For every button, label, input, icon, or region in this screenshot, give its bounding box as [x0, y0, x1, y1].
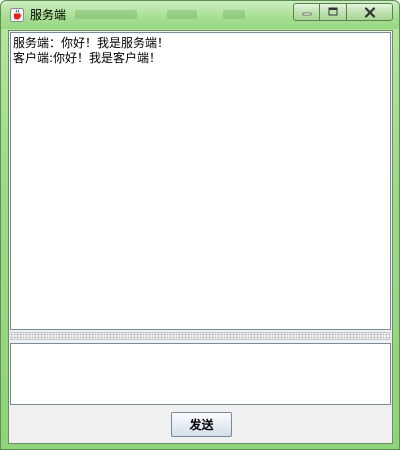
maximize-button[interactable] — [320, 3, 347, 21]
window-title: 服务端 — [30, 8, 67, 22]
message-input[interactable] — [10, 343, 391, 405]
send-button[interactable]: 发送 — [171, 412, 232, 437]
close-button[interactable] — [347, 3, 393, 21]
split-pane-divider[interactable] — [10, 332, 391, 340]
minimize-icon — [302, 12, 311, 16]
chat-message: 客户端:你好！我是客户端！ — [13, 51, 162, 65]
window-controls — [293, 3, 393, 21]
app-window: 服务端 服务端：你好！我是服务端！ 客户端:你好！我是客户端！ 发送 — [0, 0, 400, 450]
content-panel: 服务端：你好！我是服务端！ 客户端:你好！我是客户端！ 发送 — [8, 30, 393, 444]
title-bar[interactable]: 服务端 — [1, 1, 399, 29]
close-icon — [364, 6, 375, 18]
chat-message: 服务端：你好！我是服务端！ — [13, 36, 170, 50]
minimize-button[interactable] — [293, 3, 320, 21]
java-cup-icon — [10, 8, 24, 22]
maximize-icon — [328, 7, 338, 16]
chat-history[interactable]: 服务端：你好！我是服务端！ 客户端:你好！我是客户端！ — [10, 32, 391, 330]
background-reflection — [75, 6, 295, 24]
